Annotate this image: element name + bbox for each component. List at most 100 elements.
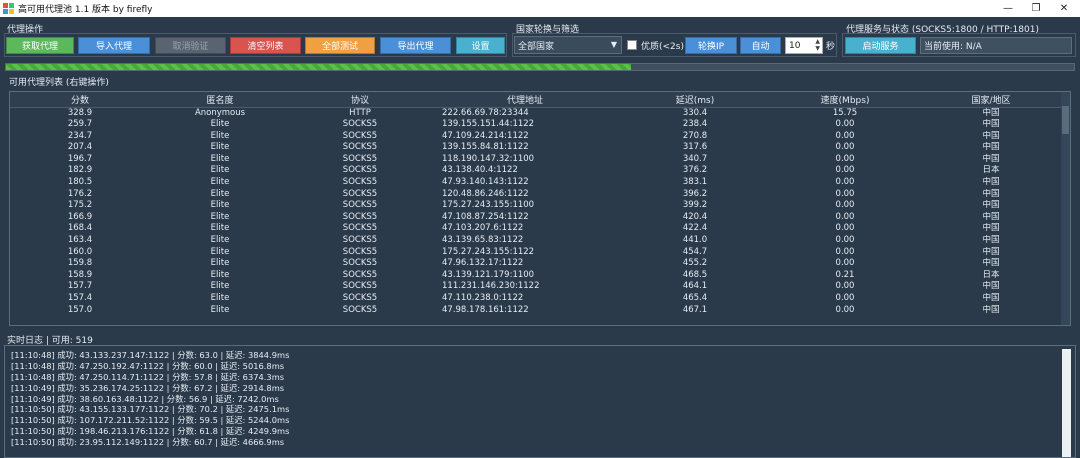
proxy-list-title: 可用代理列表 (右键操作) <box>9 78 109 88</box>
log-panel[interactable]: [11:10:48] 成功: 43.133.237.147:1122 | 分数:… <box>4 345 1076 458</box>
quality-checkbox[interactable] <box>627 40 637 50</box>
column-header[interactable]: 分数 <box>10 92 150 108</box>
table-cell: 468.5 <box>682 269 708 280</box>
table-row[interactable]: 159.8 Elite SOCKS5 47.96.132.17:1122 455.2 0.… <box>10 258 1062 270</box>
table-cell: SOCKS5 <box>342 188 378 199</box>
table-cell: 396.2 <box>682 188 708 199</box>
table-cell: 175.2 <box>67 200 93 211</box>
table-cell: 47.109.24.214:1122 <box>442 130 529 141</box>
table-row[interactable]: 182.9 Elite SOCKS5 43.138.40.4:1122 376.2 0.0… <box>10 165 1062 177</box>
table-cell: Elite <box>210 293 230 303</box>
table-row[interactable]: 163.4 Elite SOCKS5 43.139.65.83:1122 441.0 0.… <box>10 235 1062 247</box>
table-row[interactable]: 160.0 Elite SOCKS5 175.27.243.155:1122 454.7… <box>10 247 1062 259</box>
table-cell: 196.7 <box>67 153 93 164</box>
table-row[interactable]: 157.7 Elite SOCKS5 111.231.146.230:1122 464.… <box>10 281 1062 293</box>
table-header: 分数 匿名度 协议 代理地址 延迟(ms) 速度(Mbps) 国家/地区 <box>10 92 1062 108</box>
table-cell: 420.4 <box>682 211 708 222</box>
column-header[interactable]: 代理地址 <box>430 92 620 108</box>
table-row[interactable]: 207.4 Elite SOCKS5 139.155.84.81:1122 317.6 0… <box>10 142 1062 154</box>
column-header[interactable]: 国家/地区 <box>920 92 1062 108</box>
table-cell: 422.4 <box>682 223 708 234</box>
table-row[interactable]: 234.7 Elite SOCKS5 47.109.24.214:1122 270.8 0… <box>10 131 1062 143</box>
table-cell: 270.8 <box>682 130 708 141</box>
fetch-proxy-button[interactable]: 获取代理 <box>6 37 74 54</box>
window-title: 高可用代理池 1.1 版本 by firefly <box>18 5 153 15</box>
table-cell: 中国 <box>982 281 1000 292</box>
cancel-verify-button[interactable]: 取消验证 <box>155 37 226 54</box>
log-line: [11:10:49] 成功: 38.60.163.48:1122 | 分数: 5… <box>11 393 279 404</box>
table-cell: Elite <box>210 211 230 222</box>
table-cell: 0.00 <box>835 246 855 257</box>
table-scrollbar[interactable] <box>1061 92 1070 325</box>
test-all-button[interactable]: 全部测试 <box>305 37 375 54</box>
close-button[interactable]: ✕ <box>1050 0 1078 17</box>
table-cell: 中国 <box>982 153 1000 164</box>
column-header[interactable]: 协议 <box>290 92 430 108</box>
spin-arrows-icon[interactable]: ▲ ▼ <box>815 38 820 52</box>
auto-rotate-button[interactable]: 自动 <box>740 37 781 54</box>
table-row[interactable]: 168.4 Elite SOCKS5 47.103.207.6:1122 422.4 0.… <box>10 223 1062 235</box>
table-row[interactable]: 180.5 Elite SOCKS5 47.93.140.143:1122 383.1 0… <box>10 177 1062 189</box>
table-cell: 207.4 <box>67 142 93 153</box>
table-cell: 157.0 <box>67 304 93 315</box>
table-cell: Elite <box>210 304 230 315</box>
table-cell: SOCKS5 <box>342 235 378 246</box>
table-cell: 175.27.243.155:1122 <box>442 246 535 257</box>
column-header[interactable]: 匿名度 <box>150 92 290 108</box>
table-cell: 0.00 <box>835 130 855 141</box>
table-cell: 15.75 <box>832 107 858 118</box>
table-row[interactable]: 176.2 Elite SOCKS5 120.48.86.246:1122 396.2 0… <box>10 189 1062 201</box>
export-proxy-button[interactable]: 导出代理 <box>380 37 451 54</box>
log-scrollbar[interactable] <box>1062 349 1071 457</box>
chevron-down-icon: ▼ <box>610 40 617 49</box>
current-proxy-text: 当前使用: N/A <box>924 42 982 52</box>
settings-button[interactable]: 设置 <box>456 37 505 54</box>
table-cell: 340.7 <box>682 153 708 164</box>
table-row[interactable]: 196.7 Elite SOCKS5 118.190.147.32:1100 340.7… <box>10 154 1062 166</box>
table-cell: 467.1 <box>682 304 708 315</box>
table-cell: 47.93.140.143:1122 <box>442 177 529 188</box>
table-cell: SOCKS5 <box>342 130 378 141</box>
table-cell: Elite <box>210 246 230 257</box>
column-header[interactable]: 速度(Mbps) <box>770 92 920 108</box>
import-proxy-button[interactable]: 导入代理 <box>78 37 150 54</box>
restore-button[interactable]: ❐ <box>1022 0 1050 17</box>
table-cell: 0.00 <box>835 235 855 246</box>
table-row[interactable]: 157.4 Elite SOCKS5 47.110.238.0:1122 465.4 0.… <box>10 293 1062 305</box>
country-select[interactable]: 全部国家 ▼ <box>514 36 622 54</box>
proxy-table[interactable]: 分数 匿名度 协议 代理地址 延迟(ms) 速度(Mbps) 国家/地区 328.9 Anon… <box>9 91 1071 326</box>
table-row[interactable]: 328.9 Anonymous HTTP 222.66.69.78:23344 330.… <box>10 107 1062 119</box>
table-row[interactable]: 259.7 Elite SOCKS5 139.155.151.44:1122 238.4… <box>10 119 1062 131</box>
table-cell: 259.7 <box>67 119 93 130</box>
minimize-button[interactable]: — <box>994 0 1022 17</box>
column-header[interactable]: 延迟(ms) <box>620 92 770 108</box>
table-cell: SOCKS5 <box>342 200 378 211</box>
table-cell: 0.00 <box>835 200 855 211</box>
start-service-button[interactable]: 启动服务 <box>845 37 916 54</box>
table-row[interactable]: 157.0 Elite SOCKS5 47.98.178.161:1122 467.1 0… <box>10 305 1062 317</box>
table-row[interactable]: 158.9 Elite SOCKS5 43.139.121.179:1100 468.5… <box>10 270 1062 282</box>
table-cell: Elite <box>210 258 230 269</box>
table-cell: 0.00 <box>835 211 855 222</box>
table-cell: 0.00 <box>835 223 855 234</box>
table-cell: 日本 <box>982 165 1000 176</box>
table-cell: 0.00 <box>835 188 855 199</box>
table-cell: 328.9 <box>67 107 93 118</box>
interval-spinbox[interactable]: 10 ▲ ▼ <box>785 37 823 54</box>
table-cell: 0.00 <box>835 119 855 130</box>
log-line: [11:10:50] 成功: 43.155.133.177:1122 | 分数:… <box>11 404 290 415</box>
table-cell: 47.108.87.254:1122 <box>442 211 529 222</box>
table-cell: 376.2 <box>682 165 708 176</box>
table-cell: 157.7 <box>67 281 93 292</box>
quality-label: 优质(<2s) <box>641 42 684 52</box>
table-cell: SOCKS5 <box>342 153 378 164</box>
rotate-ip-button[interactable]: 轮换IP <box>685 37 737 54</box>
table-cell: 0.00 <box>835 165 855 176</box>
table-row[interactable]: 166.9 Elite SOCKS5 47.108.87.254:1122 420.4 0… <box>10 212 1062 224</box>
table-cell: SOCKS5 <box>342 142 378 153</box>
table-cell: Anonymous <box>194 107 246 118</box>
table-scrollbar-thumb[interactable] <box>1062 106 1069 134</box>
table-cell: 中国 <box>982 304 1000 315</box>
table-row[interactable]: 175.2 Elite SOCKS5 175.27.243.155:1100 399.2… <box>10 200 1062 212</box>
clear-list-button[interactable]: 清空列表 <box>230 37 301 54</box>
